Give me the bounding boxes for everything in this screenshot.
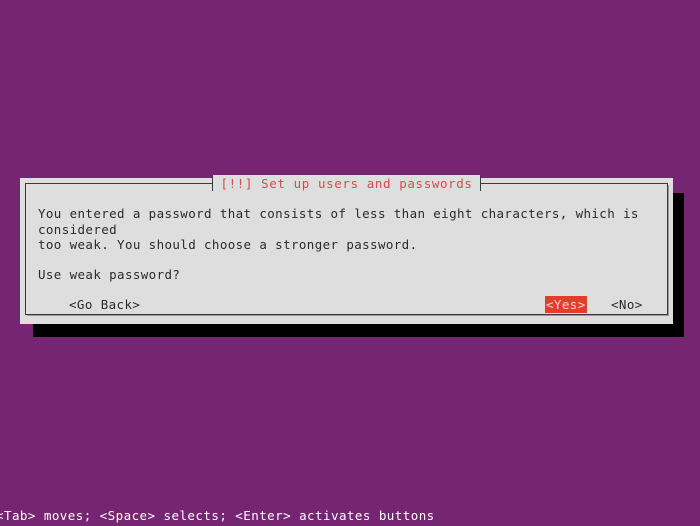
warning-message: You entered a password that consists of … <box>38 206 639 252</box>
confirmation-question: Use weak password? <box>38 266 181 282</box>
go-back-button[interactable]: <Go Back> <box>68 296 141 313</box>
dialog-title: [!!] Set up users and passwords <box>212 175 481 192</box>
title-right-tick-icon <box>480 176 482 191</box>
dialog-body: You entered a password that consists of … <box>38 206 659 314</box>
dialog-inner-frame: [!!] Set up users and passwords You ente… <box>25 175 669 316</box>
dialog-button-row: <Go Back> <Yes> <No> <box>38 296 659 314</box>
installer-screen: [!!] Set up users and passwords You ente… <box>0 0 700 526</box>
keyboard-help-bar: <Tab> moves; <Space> selects; <Enter> ac… <box>0 508 435 523</box>
dialog-title-bar: [!!] Set up users and passwords <box>26 175 667 192</box>
setup-users-and-passwords-dialog: [!!] Set up users and passwords You ente… <box>20 175 673 324</box>
no-button[interactable]: <No> <box>610 296 644 313</box>
yes-button[interactable]: <Yes> <box>545 296 587 313</box>
title-left-tick-icon <box>211 176 213 191</box>
